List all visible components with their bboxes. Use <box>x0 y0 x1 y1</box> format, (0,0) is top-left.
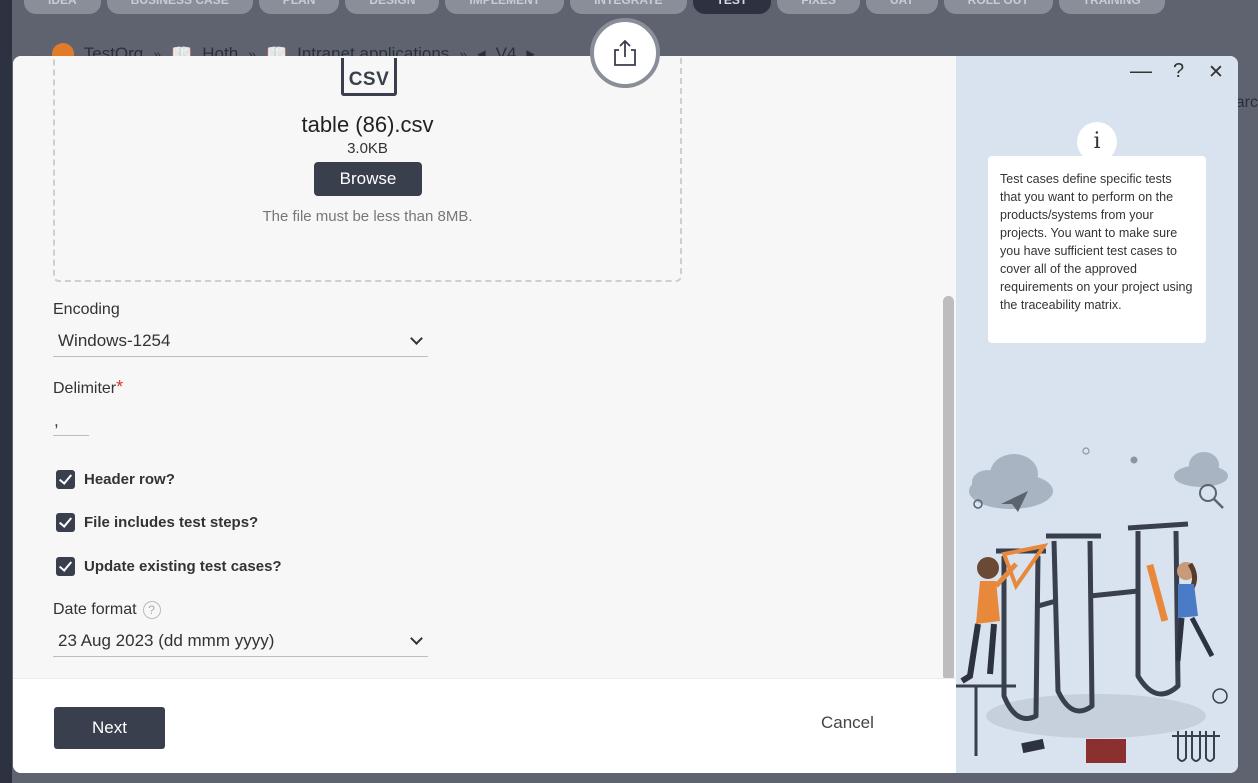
tip-text: Test cases define specific tests that yo… <box>1000 172 1193 312</box>
required-asterisk: * <box>116 377 124 397</box>
update-existing-checkbox[interactable] <box>56 557 75 576</box>
test-steps-label: File includes test steps? <box>84 514 259 531</box>
date-format-value: 23 Aug 2023 (dd mmm yyyy) <box>58 630 275 650</box>
file-size-hint: The file must be less than 8MB. <box>262 208 473 225</box>
csv-icon-label: CSV <box>348 69 390 90</box>
import-modal: CSV table (86).csv 3.0KB Browse The file… <box>13 56 1238 773</box>
encoding-value: Windows-1254 <box>58 330 171 350</box>
encoding-select[interactable]: Windows-1254 <box>53 325 428 357</box>
delimiter-label: Delimiter* <box>53 377 123 398</box>
tip-bubble: Test cases define specific tests that yo… <box>988 156 1206 343</box>
encoding-label: Encoding <box>53 301 120 318</box>
phase-uat[interactable]: UAT <box>865 0 938 14</box>
test-tubes-illustration <box>956 447 1228 763</box>
test-tube <box>996 521 1189 721</box>
file-size: 3.0KB <box>347 140 388 157</box>
modal-content: CSV table (86).csv 3.0KB Browse The file… <box>13 56 956 678</box>
phase-test[interactable]: TEST <box>692 0 772 14</box>
phase-implement[interactable]: IMPLEMENT <box>445 0 565 14</box>
delimiter-input[interactable] <box>53 406 89 436</box>
phase-fixes[interactable]: FIXES <box>777 0 860 14</box>
phase-roll-out[interactable]: ROLL OUT <box>943 0 1053 14</box>
date-format-label: Date format? <box>53 601 161 619</box>
info-icon: i <box>1077 122 1117 162</box>
date-format-label-text: Date format <box>53 601 137 619</box>
phase-plan[interactable]: PLAN <box>258 0 340 14</box>
chevron-down-icon <box>410 331 423 345</box>
test-steps-checkbox[interactable] <box>56 513 75 532</box>
cloud-icon <box>1174 452 1228 487</box>
scrollbar-thumb[interactable] <box>943 296 954 678</box>
next-button[interactable]: Next <box>54 707 165 749</box>
share-icon <box>614 39 636 66</box>
header-row-checkbox[interactable] <box>56 470 75 489</box>
modal-footer: Next Cancel <box>13 678 956 773</box>
minimize-icon[interactable]: — <box>1130 58 1152 84</box>
export-icon-badge <box>590 18 660 88</box>
file-name: table (86).csv <box>301 112 434 137</box>
magnifier-icon <box>1199 484 1217 502</box>
csv-file-icon: CSV <box>341 58 397 96</box>
toolbox-icon <box>1086 739 1126 763</box>
person-illustration <box>1146 562 1215 662</box>
left-nav-strip <box>0 0 12 783</box>
cancel-button[interactable]: Cancel <box>821 713 874 733</box>
phase-bar: IDEA BUSINESS CASE PLAN DESIGN IMPLEMENT… <box>12 0 1258 14</box>
help-side-panel: — ? ✕ Test cases define specific tests t… <box>956 56 1238 773</box>
phase-business-case[interactable]: BUSINESS CASE <box>106 0 253 14</box>
file-drop-zone[interactable]: CSV table (86).csv 3.0KB Browse The file… <box>53 56 682 282</box>
help-question-icon[interactable]: ? <box>1173 60 1184 83</box>
background-search-partial: arc <box>1235 94 1258 111</box>
update-existing-label: Update existing test cases? <box>84 558 282 575</box>
close-icon[interactable]: ✕ <box>1208 61 1224 84</box>
chevron-down-icon <box>410 631 423 645</box>
header-row-checkbox-row[interactable]: Header row? <box>56 470 175 489</box>
delimiter-label-text: Delimiter <box>53 380 117 397</box>
help-icon[interactable]: ? <box>142 601 161 619</box>
tube-rack-icon <box>1172 731 1220 762</box>
phase-design[interactable]: DESIGN <box>345 0 440 14</box>
test-steps-checkbox-row[interactable]: File includes test steps? <box>56 513 258 532</box>
browse-button[interactable]: Browse <box>314 162 422 196</box>
phase-idea[interactable]: IDEA <box>24 0 101 14</box>
phase-training[interactable]: TRAINING <box>1058 0 1165 14</box>
update-existing-checkbox-row[interactable]: Update existing test cases? <box>56 557 282 576</box>
date-format-select[interactable]: 23 Aug 2023 (dd mmm yyyy) <box>53 625 428 657</box>
phase-integrate[interactable]: INTEGRATE <box>570 0 687 14</box>
header-row-label: Header row? <box>84 471 175 488</box>
